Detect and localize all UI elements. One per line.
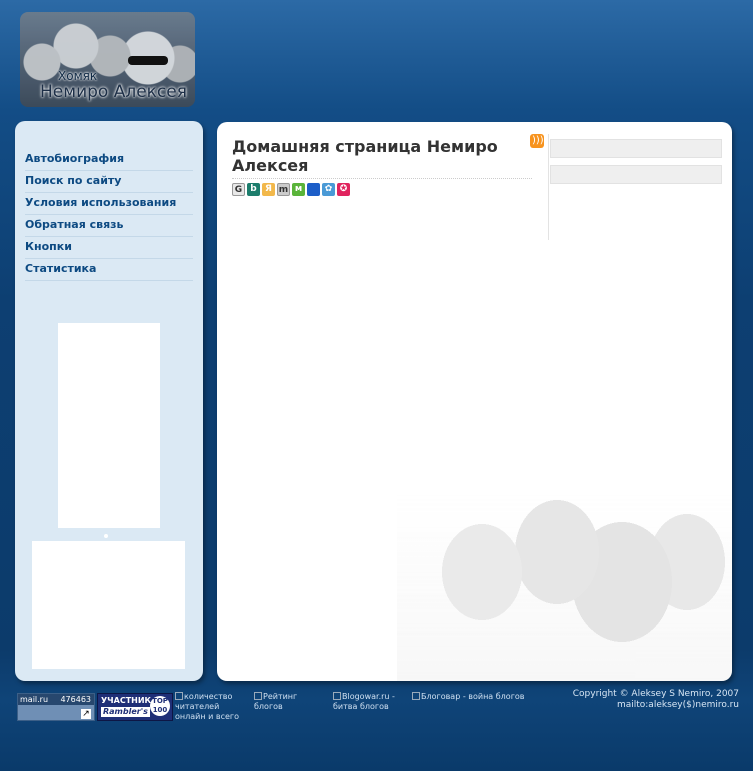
bobrdobr-icon[interactable]: b [247, 183, 260, 196]
mailru-counter[interactable]: mail.ru 476463 ↗ [17, 693, 95, 721]
broken-image-icon [175, 692, 183, 700]
logo-name-text: Немиро Алексея [40, 82, 187, 102]
readers-counter-link[interactable]: количество читателей онлайн и всего [175, 692, 247, 722]
mailru-label: mail.ru [20, 695, 49, 704]
background-faces-photo [397, 492, 732, 681]
logo-glasses-detail [128, 56, 168, 65]
broken-image-icon [254, 692, 262, 700]
rambler-line1: УЧАСТНИК [101, 696, 152, 705]
sidebar-item-autobiography[interactable]: Автобиография [25, 149, 193, 171]
readers-alt-text: количество читателей онлайн и всего [175, 692, 239, 721]
contact-email-link[interactable]: mailto:aleksey($)nemiro.ru [539, 700, 739, 711]
arrow-icon: ↗ [81, 709, 91, 719]
site-logo[interactable]: Хомяк Немиро Алексея [20, 12, 195, 107]
yandex-bookmarks-icon[interactable]: Я [262, 183, 275, 196]
page-title: Домашняя страница Немиро Алексея [232, 137, 532, 179]
google-bookmarks-icon[interactable]: G [232, 183, 245, 196]
right-column-block-2 [550, 165, 722, 184]
sidebar-item-statistics[interactable]: Статистика [25, 259, 193, 281]
broken-image-icon [333, 692, 341, 700]
digg-paw-icon[interactable]: ✿ [322, 183, 335, 196]
memori-icon[interactable]: m [277, 183, 290, 196]
rambler-top100-badge: TOP 100 [150, 696, 170, 716]
blog-rating-link[interactable]: Рейтинг блогов [254, 692, 324, 712]
mailru-count: 476463 [60, 695, 91, 704]
sidebar-item-terms[interactable]: Условия использования [25, 193, 193, 215]
rss-glyph: ))) [532, 135, 544, 146]
sidebar-item-feedback[interactable]: Обратная связь [25, 215, 193, 237]
smi2-icon[interactable]: ✪ [337, 183, 350, 196]
moemesto-icon[interactable]: м [292, 183, 305, 196]
blogowar2-alt-text: Блоговар - война блогов [421, 692, 525, 701]
sidebar-ad-block[interactable] [32, 541, 185, 669]
social-bookmarks-bar: Gb Яm м ✿ ✪ [232, 183, 352, 197]
sidebar-nav: Автобиография Поиск по сайту Условия исп… [25, 149, 193, 281]
logo-small-text: Хомяк [58, 69, 98, 83]
mailru-counter-header: mail.ru 476463 [18, 694, 94, 705]
rambler-top100-counter[interactable]: УЧАСТНИК Rambler's TOP 100 [97, 693, 173, 721]
sidebar-item-site-search[interactable]: Поиск по сайту [25, 171, 193, 193]
copyright-text: Copyright © Aleksey S Nemiro, 2007 [572, 689, 739, 699]
column-divider [548, 134, 549, 240]
delicious-icon[interactable] [307, 183, 320, 196]
sidebar-ad-separator [104, 534, 108, 538]
right-column-block-1 [550, 139, 722, 158]
sidebar: Автобиография Поиск по сайту Условия исп… [15, 121, 203, 681]
sidebar-item-buttons[interactable]: Кнопки [25, 237, 193, 259]
blogowar-alt-text: Blogowar.ru - битва блогов [333, 692, 395, 711]
blogowar-link[interactable]: Blogowar.ru - битва блогов [333, 692, 409, 712]
copyright: Copyright © Aleksey S Nemiro, 2007 mailt… [539, 689, 739, 711]
broken-image-icon [412, 692, 420, 700]
main-content: Домашняя страница Немиро Алексея ))) GbЯ… [217, 122, 732, 681]
sidebar-ad-banner[interactable] [58, 323, 160, 528]
blogowar-war-link[interactable]: Блоговар - война блогов [412, 692, 542, 702]
rambler-line2: Rambler's [101, 707, 150, 717]
rss-icon[interactable]: ))) [530, 134, 544, 148]
